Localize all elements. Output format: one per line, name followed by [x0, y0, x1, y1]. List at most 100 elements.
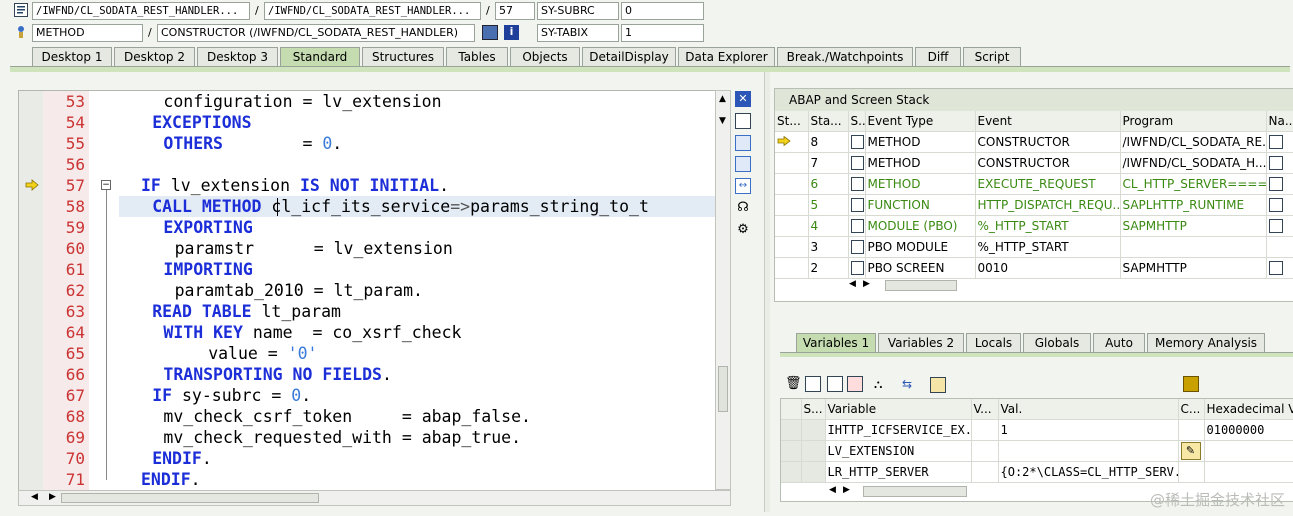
variable-column-header[interactable]: Variable — [825, 399, 972, 420]
tab-desktop-1[interactable]: Desktop 1 — [32, 47, 112, 67]
variables-hscroll[interactable]: ◀ ▶ — [829, 485, 969, 499]
new-tool-icon[interactable] — [735, 113, 751, 129]
variable-value[interactable]: 1 — [998, 419, 1179, 441]
code-line[interactable]: 68 mv_check_csrf_token = abap_false. — [19, 406, 716, 427]
row-selector[interactable] — [781, 440, 802, 462]
tab-variables-1[interactable]: Variables 1 — [796, 333, 876, 353]
tab-desktop-2[interactable]: Desktop 2 — [114, 47, 195, 67]
collapse-block-icon[interactable]: − — [101, 180, 111, 190]
scroll-left-icon[interactable]: ◀ — [829, 485, 836, 495]
variable-column-header[interactable]: C... — [1178, 399, 1205, 420]
display-source-icon[interactable] — [1268, 198, 1283, 213]
variable-name[interactable]: LR_HTTP_SERVER — [825, 461, 972, 483]
tab-script[interactable]: Script — [963, 47, 1021, 67]
resize-tool-icon[interactable]: ↔ — [735, 178, 751, 194]
variable-column-header[interactable]: S... — [801, 399, 826, 420]
scroll-left-icon[interactable]: ◀ — [849, 279, 856, 289]
display-source-icon[interactable] — [1268, 177, 1283, 192]
list-icon[interactable] — [827, 376, 843, 392]
tab-memory-analysis[interactable]: Memory Analysis — [1147, 333, 1265, 353]
stack-row[interactable]: 5 FUNCTION HTTP_DISPATCH_REQU... SAPLHTTP_R… — [775, 194, 1293, 216]
code-line[interactable]: 67 IF sy-subrc = 0. — [19, 385, 716, 406]
tab-tables[interactable]: Tables — [446, 47, 508, 67]
tab-variables-2[interactable]: Variables 2 — [878, 333, 964, 353]
stack-row[interactable]: 6 METHODEXECUTE_REQUESTCL_HTTP_SERVER====… — [775, 173, 1293, 195]
code-line[interactable]: 61 IMPORTING — [19, 259, 716, 280]
variable-name[interactable]: LV_EXTENSION — [825, 440, 972, 462]
editor-horizontal-scrollbar[interactable]: ◀ ▶ — [18, 490, 731, 506]
tab-diff[interactable]: Diff — [915, 47, 961, 67]
stack-row[interactable]: 2 PBO SCREEN 0010 SAPMHTTP — [775, 257, 1293, 279]
variable-column-header[interactable]: Hexadecimal Val — [1204, 399, 1293, 420]
code-line[interactable]: 58 CALL METHOD cl_icf_its_service=>params… — [19, 196, 716, 217]
code-line[interactable]: 54 EXCEPTIONS — [19, 112, 716, 133]
delete-icon[interactable]: 🗑 — [785, 376, 802, 392]
scroll-left-icon[interactable]: ◀ — [31, 492, 38, 502]
services-tool-icon[interactable]: ☊ — [735, 200, 751, 216]
variable-column-header[interactable]: V... — [971, 399, 999, 420]
tab-auto[interactable]: Auto — [1093, 333, 1145, 353]
display-source-icon[interactable] — [1268, 261, 1283, 276]
hscroll-thumb[interactable] — [61, 493, 319, 503]
scroll-right-icon[interactable]: ▶ — [49, 492, 56, 502]
navigate[interactable] — [1266, 215, 1293, 237]
row-selector[interactable] — [781, 461, 802, 483]
navigate[interactable] — [1266, 257, 1293, 279]
stack-row[interactable]: 8 METHOD CONSTRUCTOR/IWFND/CL_SODATA_RE... — [775, 131, 1293, 153]
source-editor[interactable]: 53 configuration = lv_extension 54 EXCEPTIO… — [18, 90, 717, 492]
code-line[interactable]: 63 READ TABLE lt_param — [19, 301, 716, 322]
tab-objects[interactable]: Objects — [510, 47, 580, 67]
tab-structures[interactable]: Structures — [362, 47, 444, 67]
detail-icon[interactable] — [805, 376, 821, 392]
tab-standard[interactable]: Standard — [280, 47, 360, 67]
variable-name[interactable]: IHTTP_ICFSERVICE_EX... — [825, 419, 972, 441]
code-line[interactable]: 70 ENDIF. — [19, 448, 716, 469]
code-line[interactable]: 69 mv_check_requested_with = abap_true. — [19, 427, 716, 448]
stack-row[interactable]: 7 METHOD CONSTRUCTOR/IWFND/CL_SODATA_H... — [775, 152, 1293, 174]
stack-column-header[interactable]: Event — [975, 111, 1121, 132]
tab-desktop-3[interactable]: Desktop 3 — [197, 47, 278, 67]
scroll-right-icon[interactable]: ▶ — [863, 279, 870, 289]
hscroll-thumb[interactable] — [863, 486, 967, 497]
info-icon[interactable]: i — [504, 25, 519, 40]
stack-row[interactable]: 4 MODULE (PBO) %_HTTP_START SAPMHTTP — [775, 215, 1293, 237]
code-line[interactable]: 60 paramstr = lv_extension — [19, 238, 716, 259]
display-object-icon[interactable] — [482, 25, 498, 40]
scroll-thumb[interactable] — [718, 366, 728, 412]
tab-break-watchpoints[interactable]: Break./Watchpoints — [777, 47, 913, 67]
variable-row[interactable]: LR_HTTP_SERVER {O:2*\CLASS=CL_HTTP_SERV..… — [781, 461, 1293, 483]
stack-column-header[interactable]: Program — [1120, 111, 1267, 132]
export-icon[interactable] — [847, 376, 863, 392]
tab-globals[interactable]: Globals — [1023, 333, 1091, 353]
code-line[interactable]: 55 OTHERS = 0. — [19, 133, 716, 154]
editor-vertical-scrollbar[interactable]: ▲ ▼ — [715, 90, 731, 490]
navigate[interactable] — [1266, 236, 1293, 258]
folder-icon[interactable] — [930, 377, 946, 393]
navigate[interactable] — [1266, 131, 1293, 153]
display-source-icon[interactable] — [1268, 135, 1283, 150]
scroll-right-icon[interactable]: ▶ — [843, 485, 850, 495]
navigate[interactable] — [1266, 173, 1293, 195]
display-source-icon[interactable] — [1268, 219, 1283, 234]
stack-hscroll[interactable]: ◀ ▶ — [849, 279, 959, 293]
sysfield-label-2[interactable]: SY-TABIX — [537, 24, 619, 42]
scroll-down-icon[interactable]: ▼ — [719, 116, 726, 126]
code-line[interactable]: 65 value = '0' — [19, 343, 716, 364]
hscroll-thumb[interactable] — [885, 280, 957, 291]
variable-value[interactable]: {O:2*\CLASS=CL_HTTP_SERV... — [998, 461, 1179, 483]
code-line[interactable]: 64 WITH KEY name = co_xsrf_check — [19, 322, 716, 343]
stack-column-header[interactable]: Na... — [1266, 111, 1293, 132]
stack-row[interactable]: 3 PBO MODULE %_HTTP_START — [775, 236, 1293, 258]
code-line[interactable]: 59 EXPORTING — [19, 217, 716, 238]
stack-column-header[interactable]: Sta... — [808, 111, 849, 132]
transfer-icon[interactable]: ⇆ — [902, 376, 918, 392]
settings-tool-icon[interactable]: ⚙ — [735, 222, 751, 238]
sysfield-label-1[interactable]: SY-SUBRC — [537, 2, 619, 20]
splitter[interactable] — [764, 72, 770, 512]
tab-locals[interactable]: Locals — [966, 333, 1021, 353]
maximize-tool-icon[interactable] — [735, 156, 751, 172]
variable-row[interactable]: LV_EXTENSION ✎ — [781, 440, 1293, 462]
code-line[interactable]: 62 paramtab_2010 = lt_param. — [19, 280, 716, 301]
stack-column-header[interactable]: St... — [775, 111, 809, 132]
save-icon[interactable] — [1183, 376, 1199, 392]
